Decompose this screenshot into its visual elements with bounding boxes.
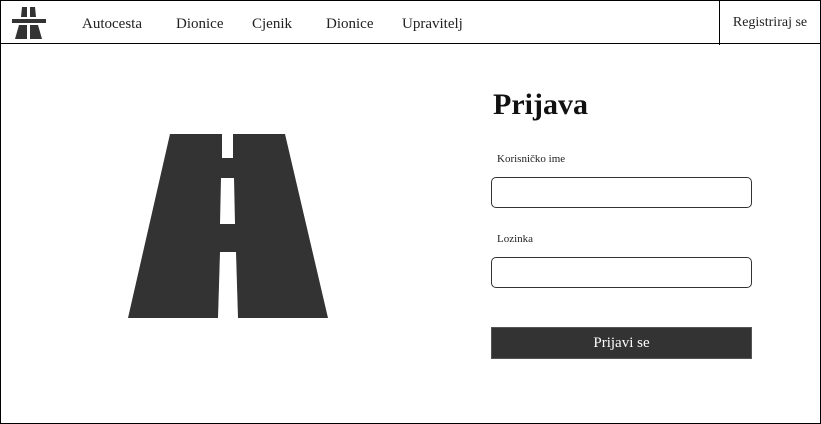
nav-cjenik[interactable]: Cjenik [252, 16, 292, 33]
nav-dionice-2[interactable]: Dionice [326, 16, 373, 33]
password-input[interactable] [491, 257, 752, 288]
highway-logo-icon[interactable] [11, 7, 47, 39]
page-frame [0, 0, 821, 424]
nav-dionice[interactable]: Dionice [176, 16, 223, 33]
username-input[interactable] [491, 177, 752, 208]
username-label: Korisničko ime [497, 153, 566, 165]
password-label: Lozinka [497, 233, 534, 245]
login-button[interactable]: Prijavi se [491, 327, 752, 359]
nav-upravitelj[interactable]: Upravitelj [402, 16, 463, 33]
navbar: Autocesta Dionice Cjenik Dionice Upravit… [0, 0, 821, 45]
nav-autocesta[interactable]: Autocesta [82, 16, 142, 33]
login-title: Prijava [493, 88, 588, 121]
register-button[interactable]: Registriraj se [719, 1, 820, 45]
